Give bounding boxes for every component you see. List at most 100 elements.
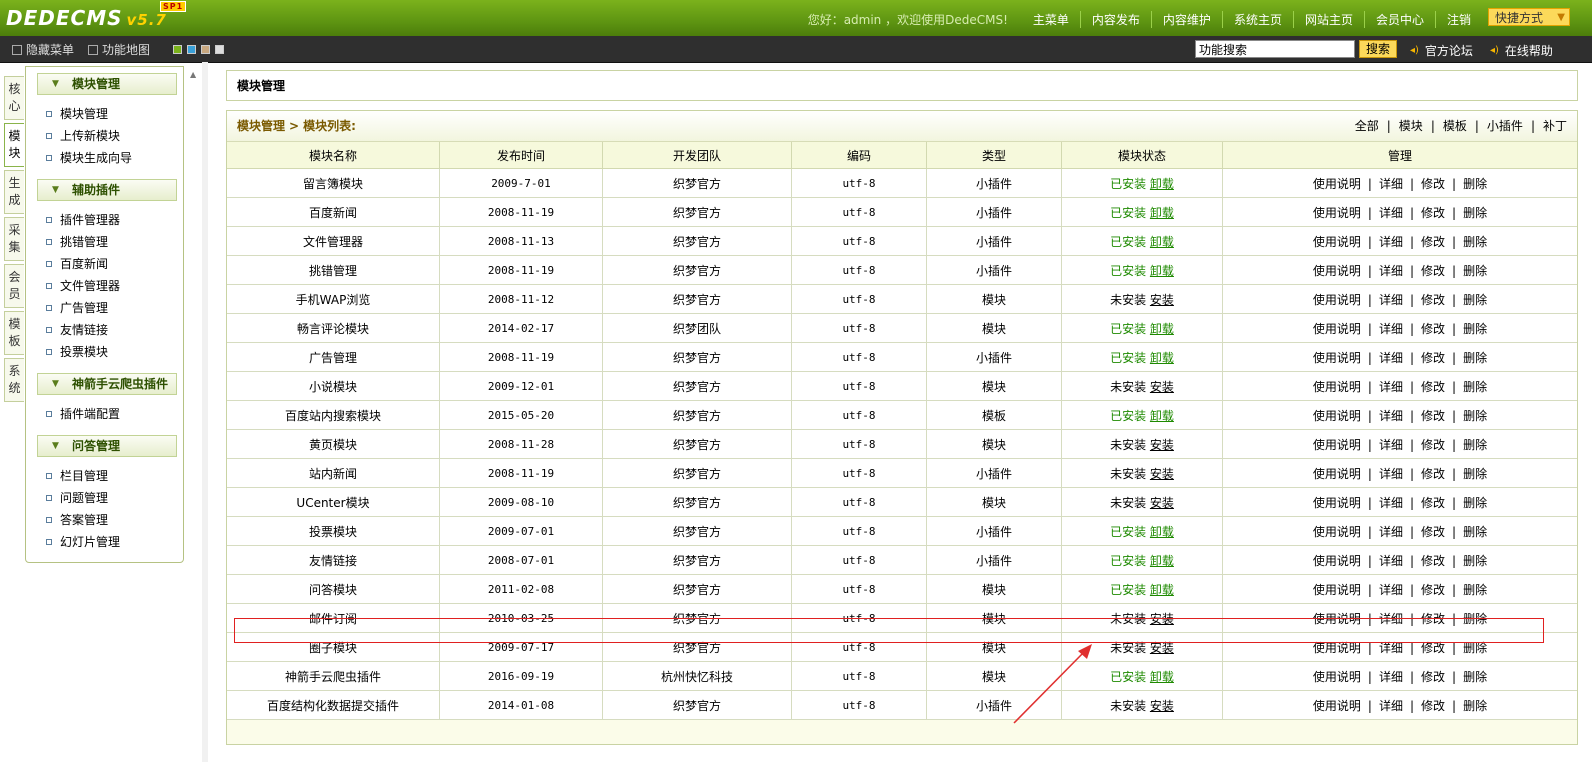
menu-item[interactable]: 插件端配置 [46, 403, 183, 425]
filter-link[interactable]: 小插件 [1487, 111, 1523, 141]
breadcrumb-modules[interactable]: 模块管理 [237, 119, 285, 133]
quick-menu-button[interactable]: 快捷方式 ▼ [1488, 8, 1570, 26]
edit-link[interactable]: 修改 [1421, 235, 1445, 249]
usage-link[interactable]: 使用说明 [1313, 264, 1361, 278]
edit-link[interactable]: 修改 [1421, 554, 1445, 568]
menu-item[interactable]: 上传新模块 [46, 125, 183, 147]
nav-member-center[interactable]: 会员中心 [1363, 11, 1435, 28]
detail-link[interactable]: 详细 [1379, 264, 1403, 278]
edit-link[interactable]: 修改 [1421, 438, 1445, 452]
menu-item[interactable]: 问题管理 [46, 487, 183, 509]
detail-link[interactable]: 详细 [1379, 641, 1403, 655]
menu-item[interactable]: 广告管理 [46, 297, 183, 319]
detail-link[interactable]: 详细 [1379, 612, 1403, 626]
menu-item[interactable]: 栏目管理 [46, 465, 183, 487]
uninstall-link[interactable]: 卸载 [1150, 235, 1174, 249]
delete-link[interactable]: 删除 [1463, 177, 1487, 191]
edit-link[interactable]: 修改 [1421, 699, 1445, 713]
detail-link[interactable]: 详细 [1379, 554, 1403, 568]
usage-link[interactable]: 使用说明 [1313, 554, 1361, 568]
usage-link[interactable]: 使用说明 [1313, 699, 1361, 713]
usage-link[interactable]: 使用说明 [1313, 612, 1361, 626]
uninstall-link[interactable]: 卸载 [1150, 554, 1174, 568]
delete-link[interactable]: 删除 [1463, 525, 1487, 539]
menu-group-header[interactable]: ▼ 模块管理 [37, 73, 177, 95]
nav-content-maintain[interactable]: 内容维护 [1150, 11, 1222, 28]
uninstall-link[interactable]: 卸载 [1150, 351, 1174, 365]
tab-generate[interactable]: 生成 [4, 170, 24, 214]
nav-site-home[interactable]: 网站主页 [1292, 11, 1364, 28]
delete-link[interactable]: 删除 [1463, 496, 1487, 510]
uninstall-link[interactable]: 卸载 [1150, 409, 1174, 423]
tab-system[interactable]: 系统 [4, 358, 24, 402]
delete-link[interactable]: 删除 [1463, 467, 1487, 481]
detail-link[interactable]: 详细 [1379, 177, 1403, 191]
edit-link[interactable]: 修改 [1421, 612, 1445, 626]
detail-link[interactable]: 详细 [1379, 409, 1403, 423]
edit-link[interactable]: 修改 [1421, 641, 1445, 655]
edit-link[interactable]: 修改 [1421, 206, 1445, 220]
detail-link[interactable]: 详细 [1379, 670, 1403, 684]
online-help-link[interactable]: ◂) 在线帮助 [1490, 42, 1553, 59]
install-link[interactable]: 安装 [1150, 612, 1174, 626]
filter-link[interactable]: 模板 [1443, 111, 1467, 141]
usage-link[interactable]: 使用说明 [1313, 206, 1361, 220]
delete-link[interactable]: 删除 [1463, 264, 1487, 278]
usage-link[interactable]: 使用说明 [1313, 380, 1361, 394]
usage-link[interactable]: 使用说明 [1313, 235, 1361, 249]
tab-collect[interactable]: 采集 [4, 217, 24, 261]
menu-item[interactable]: 模块管理 [46, 103, 183, 125]
delete-link[interactable]: 删除 [1463, 235, 1487, 249]
edit-link[interactable]: 修改 [1421, 264, 1445, 278]
menu-item[interactable]: 投票模块 [46, 341, 183, 363]
edit-link[interactable]: 修改 [1421, 351, 1445, 365]
menu-item[interactable]: 幻灯片管理 [46, 531, 183, 553]
detail-link[interactable]: 详细 [1379, 525, 1403, 539]
delete-link[interactable]: 删除 [1463, 583, 1487, 597]
delete-link[interactable]: 删除 [1463, 351, 1487, 365]
install-link[interactable]: 安装 [1150, 699, 1174, 713]
uninstall-link[interactable]: 卸载 [1150, 670, 1174, 684]
search-input[interactable] [1195, 40, 1355, 58]
search-button[interactable]: 搜索 [1359, 40, 1397, 58]
install-link[interactable]: 安装 [1150, 496, 1174, 510]
usage-link[interactable]: 使用说明 [1313, 409, 1361, 423]
edit-link[interactable]: 修改 [1421, 177, 1445, 191]
usage-link[interactable]: 使用说明 [1313, 438, 1361, 452]
detail-link[interactable]: 详细 [1379, 322, 1403, 336]
delete-link[interactable]: 删除 [1463, 438, 1487, 452]
tab-modules[interactable]: 模块 [4, 123, 24, 167]
skin-gray[interactable] [215, 45, 224, 54]
delete-link[interactable]: 删除 [1463, 554, 1487, 568]
detail-link[interactable]: 详细 [1379, 293, 1403, 307]
uninstall-link[interactable]: 卸载 [1150, 583, 1174, 597]
edit-link[interactable]: 修改 [1421, 380, 1445, 394]
menu-group-header[interactable]: ▼ 辅助插件 [37, 179, 177, 201]
skin-green[interactable] [173, 45, 182, 54]
uninstall-link[interactable]: 卸载 [1150, 206, 1174, 220]
detail-link[interactable]: 详细 [1379, 235, 1403, 249]
scrollbar[interactable]: ▲ [187, 66, 201, 762]
edit-link[interactable]: 修改 [1421, 496, 1445, 510]
delete-link[interactable]: 删除 [1463, 409, 1487, 423]
delete-link[interactable]: 删除 [1463, 322, 1487, 336]
install-link[interactable]: 安装 [1150, 641, 1174, 655]
usage-link[interactable]: 使用说明 [1313, 351, 1361, 365]
edit-link[interactable]: 修改 [1421, 409, 1445, 423]
delete-link[interactable]: 删除 [1463, 641, 1487, 655]
filter-link[interactable]: 补丁 [1543, 111, 1567, 141]
tab-templates[interactable]: 模板 [4, 311, 24, 355]
usage-link[interactable]: 使用说明 [1313, 583, 1361, 597]
function-map-button[interactable]: 功能地图 [88, 41, 150, 58]
menu-item[interactable]: 挑错管理 [46, 231, 183, 253]
menu-group-header[interactable]: ▼ 问答管理 [37, 435, 177, 457]
tab-core[interactable]: 核心 [4, 76, 24, 120]
skin-blue[interactable] [187, 45, 196, 54]
install-link[interactable]: 安装 [1150, 293, 1174, 307]
delete-link[interactable]: 删除 [1463, 612, 1487, 626]
edit-link[interactable]: 修改 [1421, 467, 1445, 481]
detail-link[interactable]: 详细 [1379, 583, 1403, 597]
usage-link[interactable]: 使用说明 [1313, 525, 1361, 539]
detail-link[interactable]: 详细 [1379, 206, 1403, 220]
edit-link[interactable]: 修改 [1421, 525, 1445, 539]
